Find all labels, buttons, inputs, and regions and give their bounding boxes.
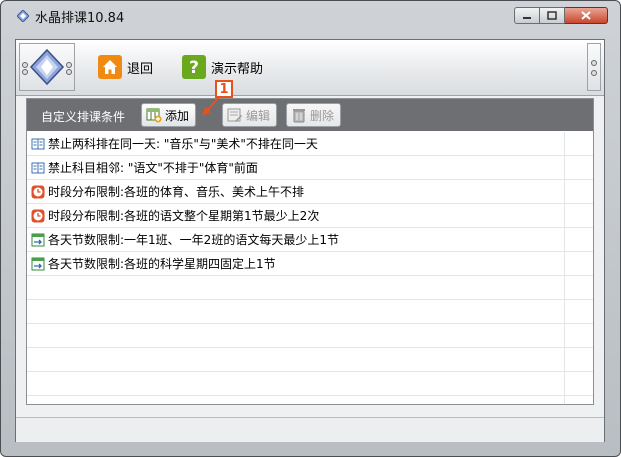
minimize-button[interactable] <box>514 7 540 24</box>
list-item-text: 禁止两科排在同一天: "音乐"与"美术"不排在同一天 <box>48 137 318 151</box>
svg-text:?: ? <box>189 58 199 77</box>
list-item[interactable]: 禁止科目相邻: "语文"不排于"体育"前面 <box>27 156 593 180</box>
list-item-text: 禁止科目相邻: "语文"不排于"体育"前面 <box>48 161 258 175</box>
list-item[interactable]: 时段分布限制:各班的体育、音乐、美术上午不排 <box>27 180 593 204</box>
rivet-decoration <box>66 62 72 68</box>
logo-panel <box>19 43 75 91</box>
empty-row <box>27 324 593 348</box>
delete-label: 删除 <box>310 108 335 123</box>
rivet-decoration <box>591 60 597 66</box>
callout-arrow-icon <box>202 96 220 116</box>
rivet-decoration <box>22 62 28 68</box>
list-item-text: 各天节数限制:各班的科学星期四固定上1节 <box>48 257 276 271</box>
list-item[interactable]: 时段分布限制:各班的语文整个星期第1节最少上2次 <box>27 204 593 228</box>
panel-header: 自定义排课条件 添加 编辑 删除 <box>27 99 593 131</box>
help-label: 演示帮助 <box>211 61 264 77</box>
list-item-text: 各天节数限制:一年1班、一年2班的语文每天最少上1节 <box>48 233 339 247</box>
minimize-icon <box>523 16 531 19</box>
rivet-decoration <box>591 70 597 76</box>
window-title: 水晶排课10.84 <box>35 11 125 26</box>
schedule-icon <box>31 233 45 246</box>
delete-button[interactable]: 删除 <box>286 103 342 127</box>
edit-button[interactable]: 编辑 <box>222 103 278 127</box>
status-bar <box>16 417 604 442</box>
rivet-decoration <box>66 69 72 75</box>
close-button[interactable] <box>565 7 608 24</box>
list-column-divider <box>564 132 565 404</box>
book-icon <box>31 162 45 173</box>
empty-row <box>27 396 593 404</box>
empty-row <box>27 300 593 324</box>
back-label: 退回 <box>127 61 154 77</box>
close-icon <box>581 11 591 20</box>
edit-icon <box>227 108 242 122</box>
conditions-list: 禁止两科排在同一天: "音乐"与"美术"不排在同一天 禁止科目相邻: "语文"不… <box>27 132 593 404</box>
client-area: 退回 ? 演示帮助 自定义排课条件 添加 编辑 删除 禁止两科排在同一天: "音… <box>15 39 605 442</box>
maximize-button[interactable] <box>540 7 565 24</box>
help-button[interactable]: ? 演示帮助 <box>182 54 263 80</box>
app-window: 水晶排课10.84 退回 ? 演示帮助 自定义排课条件 添加 编辑 删除 禁止两… <box>0 0 621 457</box>
empty-row <box>27 372 593 396</box>
list-item-text: 时段分布限制:各班的体育、音乐、美术上午不排 <box>48 185 305 199</box>
home-icon <box>98 55 122 79</box>
clock-icon <box>31 209 45 222</box>
add-button[interactable]: 添加 <box>141 103 197 127</box>
edit-label: 编辑 <box>246 108 271 123</box>
toolbar-right-decoration <box>587 43 601 91</box>
back-button[interactable]: 退回 <box>98 54 153 80</box>
window-controls <box>514 7 608 24</box>
trash-icon <box>293 109 305 123</box>
empty-row <box>27 276 593 300</box>
add-label: 添加 <box>165 108 190 123</box>
clock-icon <box>31 185 45 198</box>
app-logo-icon <box>17 10 29 22</box>
main-toolbar: 退回 ? 演示帮助 <box>16 40 604 96</box>
help-icon: ? <box>182 55 206 79</box>
rivet-decoration <box>22 69 28 75</box>
list-item[interactable]: 各天节数限制:各班的科学星期四固定上1节 <box>27 252 593 276</box>
conditions-panel: 自定义排课条件 添加 编辑 删除 禁止两科排在同一天: "音乐"与"美术"不排在… <box>26 98 594 405</box>
list-item[interactable]: 各天节数限制:一年1班、一年2班的语文每天最少上1节 <box>27 228 593 252</box>
book-icon <box>31 138 45 149</box>
add-table-icon <box>146 108 162 123</box>
list-item-text: 时段分布限制:各班的语文整个星期第1节最少上2次 <box>48 209 320 223</box>
maximize-icon <box>547 11 557 20</box>
schedule-icon <box>31 257 45 270</box>
empty-row <box>27 348 593 372</box>
list-item[interactable]: 禁止两科排在同一天: "音乐"与"美术"不排在同一天 <box>27 132 593 156</box>
title-bar[interactable]: 水晶排课10.84 <box>1 1 620 31</box>
panel-title: 自定义排课条件 <box>41 110 126 124</box>
